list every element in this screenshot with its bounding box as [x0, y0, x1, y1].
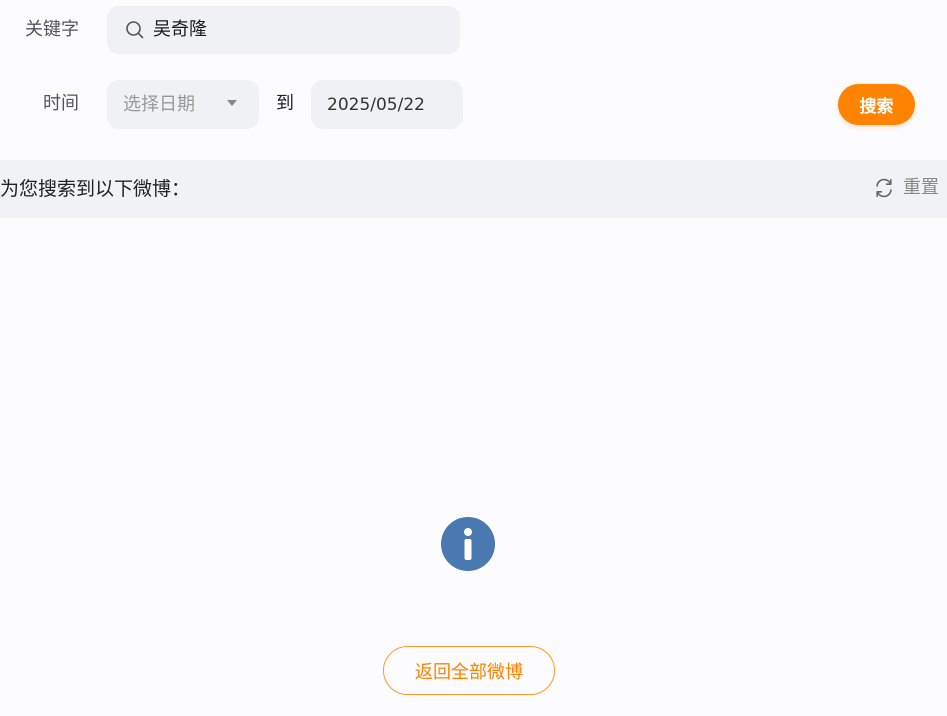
- time-label: 时间: [43, 93, 79, 114]
- back-to-all-button[interactable]: 返回全部微博: [383, 646, 555, 695]
- keyword-label: 关键字: [25, 19, 79, 40]
- search-icon: [125, 20, 145, 40]
- date-separator: 到: [276, 93, 294, 114]
- keyword-input[interactable]: 吴奇隆: [107, 6, 460, 54]
- results-title: 为您搜索到以下微博：: [0, 178, 191, 200]
- info-icon: [441, 517, 495, 571]
- search-button[interactable]: 搜索: [838, 84, 915, 125]
- refresh-icon: [873, 177, 895, 199]
- reset-label: 重置: [903, 177, 939, 198]
- date-start-select[interactable]: 选择日期: [107, 80, 259, 129]
- date-start-placeholder: 选择日期: [123, 93, 195, 115]
- date-end-value: 2025/05/22: [327, 94, 425, 115]
- results-header: 为您搜索到以下微博： 重置: [0, 160, 947, 218]
- chevron-down-icon: [227, 100, 237, 106]
- date-end-input[interactable]: 2025/05/22: [311, 80, 463, 129]
- reset-button[interactable]: 重置: [873, 176, 939, 200]
- keyword-value: 吴奇隆: [153, 19, 207, 40]
